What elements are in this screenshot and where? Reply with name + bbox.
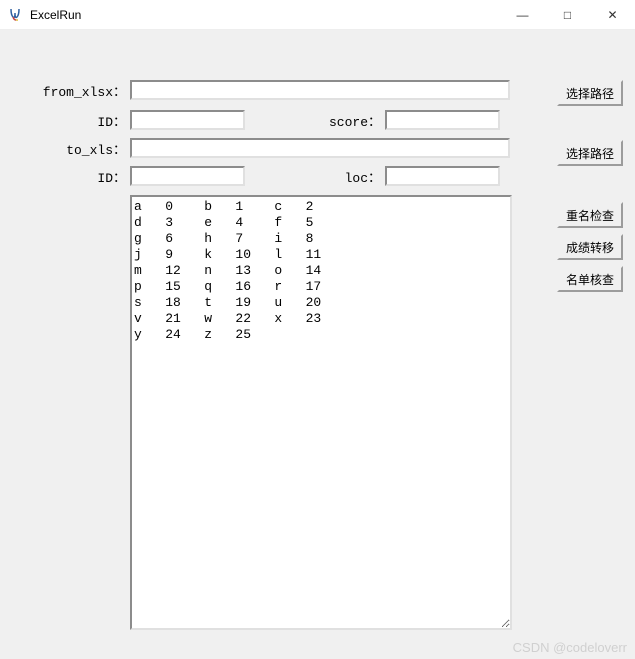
minimize-button[interactable]: — — [500, 0, 545, 30]
loc-input[interactable] — [385, 166, 500, 186]
from-id-row: ID： score： — [0, 110, 625, 130]
client-area: from_xlsx： 选择路径 ID： score： to_xls： 选择路径 … — [0, 30, 635, 659]
from-xlsx-label: from_xlsx： — [0, 81, 130, 100]
from-id-label: ID： — [0, 111, 130, 130]
close-button[interactable]: ✕ — [590, 0, 635, 30]
to-xls-label: to_xls： — [0, 139, 130, 158]
score-transfer-button[interactable]: 成绩转移 — [557, 234, 623, 260]
app-icon — [8, 7, 24, 23]
to-id-label: ID： — [0, 167, 130, 186]
output-textarea[interactable] — [130, 195, 512, 630]
from-xlsx-row: from_xlsx： — [0, 80, 625, 100]
window-title: ExcelRun — [30, 8, 500, 22]
list-verify-button[interactable]: 名单核查 — [557, 266, 623, 292]
score-input[interactable] — [385, 110, 500, 130]
score-label: score： — [245, 111, 385, 130]
choose-path-button-2[interactable]: 选择路径 — [557, 140, 623, 166]
titlebar: ExcelRun — □ ✕ — [0, 0, 635, 30]
loc-label: loc： — [245, 167, 385, 186]
from-xlsx-input[interactable] — [130, 80, 510, 100]
from-id-input[interactable] — [130, 110, 245, 130]
to-xls-input[interactable] — [130, 138, 510, 158]
window-controls: — □ ✕ — [500, 0, 635, 30]
to-id-row: ID： loc： — [0, 166, 625, 186]
choose-path-button-1[interactable]: 选择路径 — [557, 80, 623, 106]
to-xls-row: to_xls： — [0, 138, 625, 158]
duplicate-check-button[interactable]: 重名检查 — [557, 202, 623, 228]
watermark: CSDN @codeloverr — [513, 640, 627, 655]
maximize-button[interactable]: □ — [545, 0, 590, 30]
to-id-input[interactable] — [130, 166, 245, 186]
